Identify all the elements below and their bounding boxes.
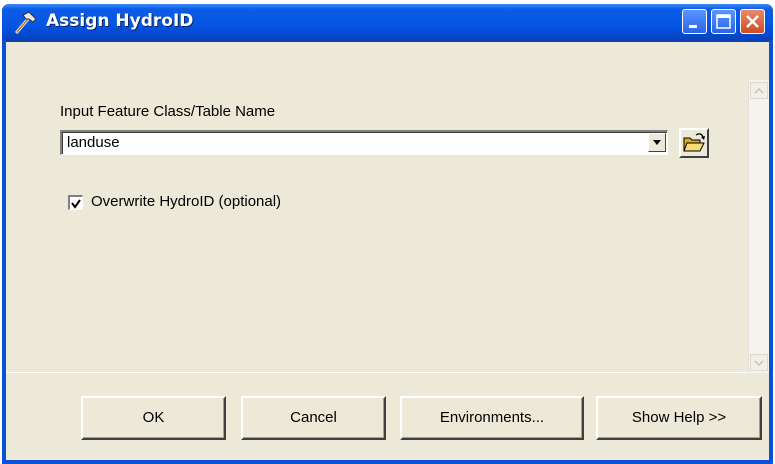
show-help-button[interactable]: Show Help >> bbox=[596, 396, 762, 440]
scroll-up-button[interactable] bbox=[750, 82, 768, 99]
minimize-button[interactable] bbox=[682, 9, 707, 34]
overwrite-hydroid-checkbox[interactable] bbox=[68, 195, 83, 210]
parameters-panel: Input Feature Class/Table Name landuse O… bbox=[6, 42, 769, 373]
overwrite-hydroid-label[interactable]: Overwrite HydroID (optional) bbox=[91, 193, 281, 210]
assign-hydroid-dialog: Assign HydroID Input Feature Class/Table… bbox=[2, 4, 773, 464]
title-bar[interactable]: Assign HydroID bbox=[2, 4, 773, 40]
maximize-button[interactable] bbox=[711, 9, 736, 34]
chevron-down-icon bbox=[754, 360, 764, 367]
chevron-up-icon bbox=[754, 87, 764, 94]
dropdown-arrow-button[interactable] bbox=[648, 133, 666, 152]
window-title: Assign HydroID bbox=[46, 11, 194, 31]
maximize-icon bbox=[716, 14, 731, 29]
scroll-down-button[interactable] bbox=[750, 354, 768, 371]
chevron-down-icon bbox=[653, 140, 661, 145]
input-feature-class-label: Input Feature Class/Table Name bbox=[60, 103, 276, 120]
input-feature-class-combobox[interactable]: landuse bbox=[60, 130, 668, 155]
open-folder-icon bbox=[683, 133, 705, 152]
close-button[interactable] bbox=[740, 9, 765, 34]
vertical-scrollbar[interactable] bbox=[748, 80, 769, 373]
browse-button[interactable] bbox=[679, 128, 709, 158]
close-icon bbox=[746, 15, 759, 28]
checkmark-icon bbox=[71, 199, 81, 209]
cancel-button[interactable]: Cancel bbox=[241, 396, 386, 440]
ok-button[interactable]: OK bbox=[81, 396, 226, 440]
environments-button[interactable]: Environments... bbox=[400, 396, 584, 440]
hammer-icon bbox=[15, 11, 37, 34]
input-feature-class-value: landuse bbox=[67, 134, 120, 151]
dialog-body: Input Feature Class/Table Name landuse O… bbox=[6, 40, 769, 460]
minimize-icon bbox=[689, 25, 697, 28]
